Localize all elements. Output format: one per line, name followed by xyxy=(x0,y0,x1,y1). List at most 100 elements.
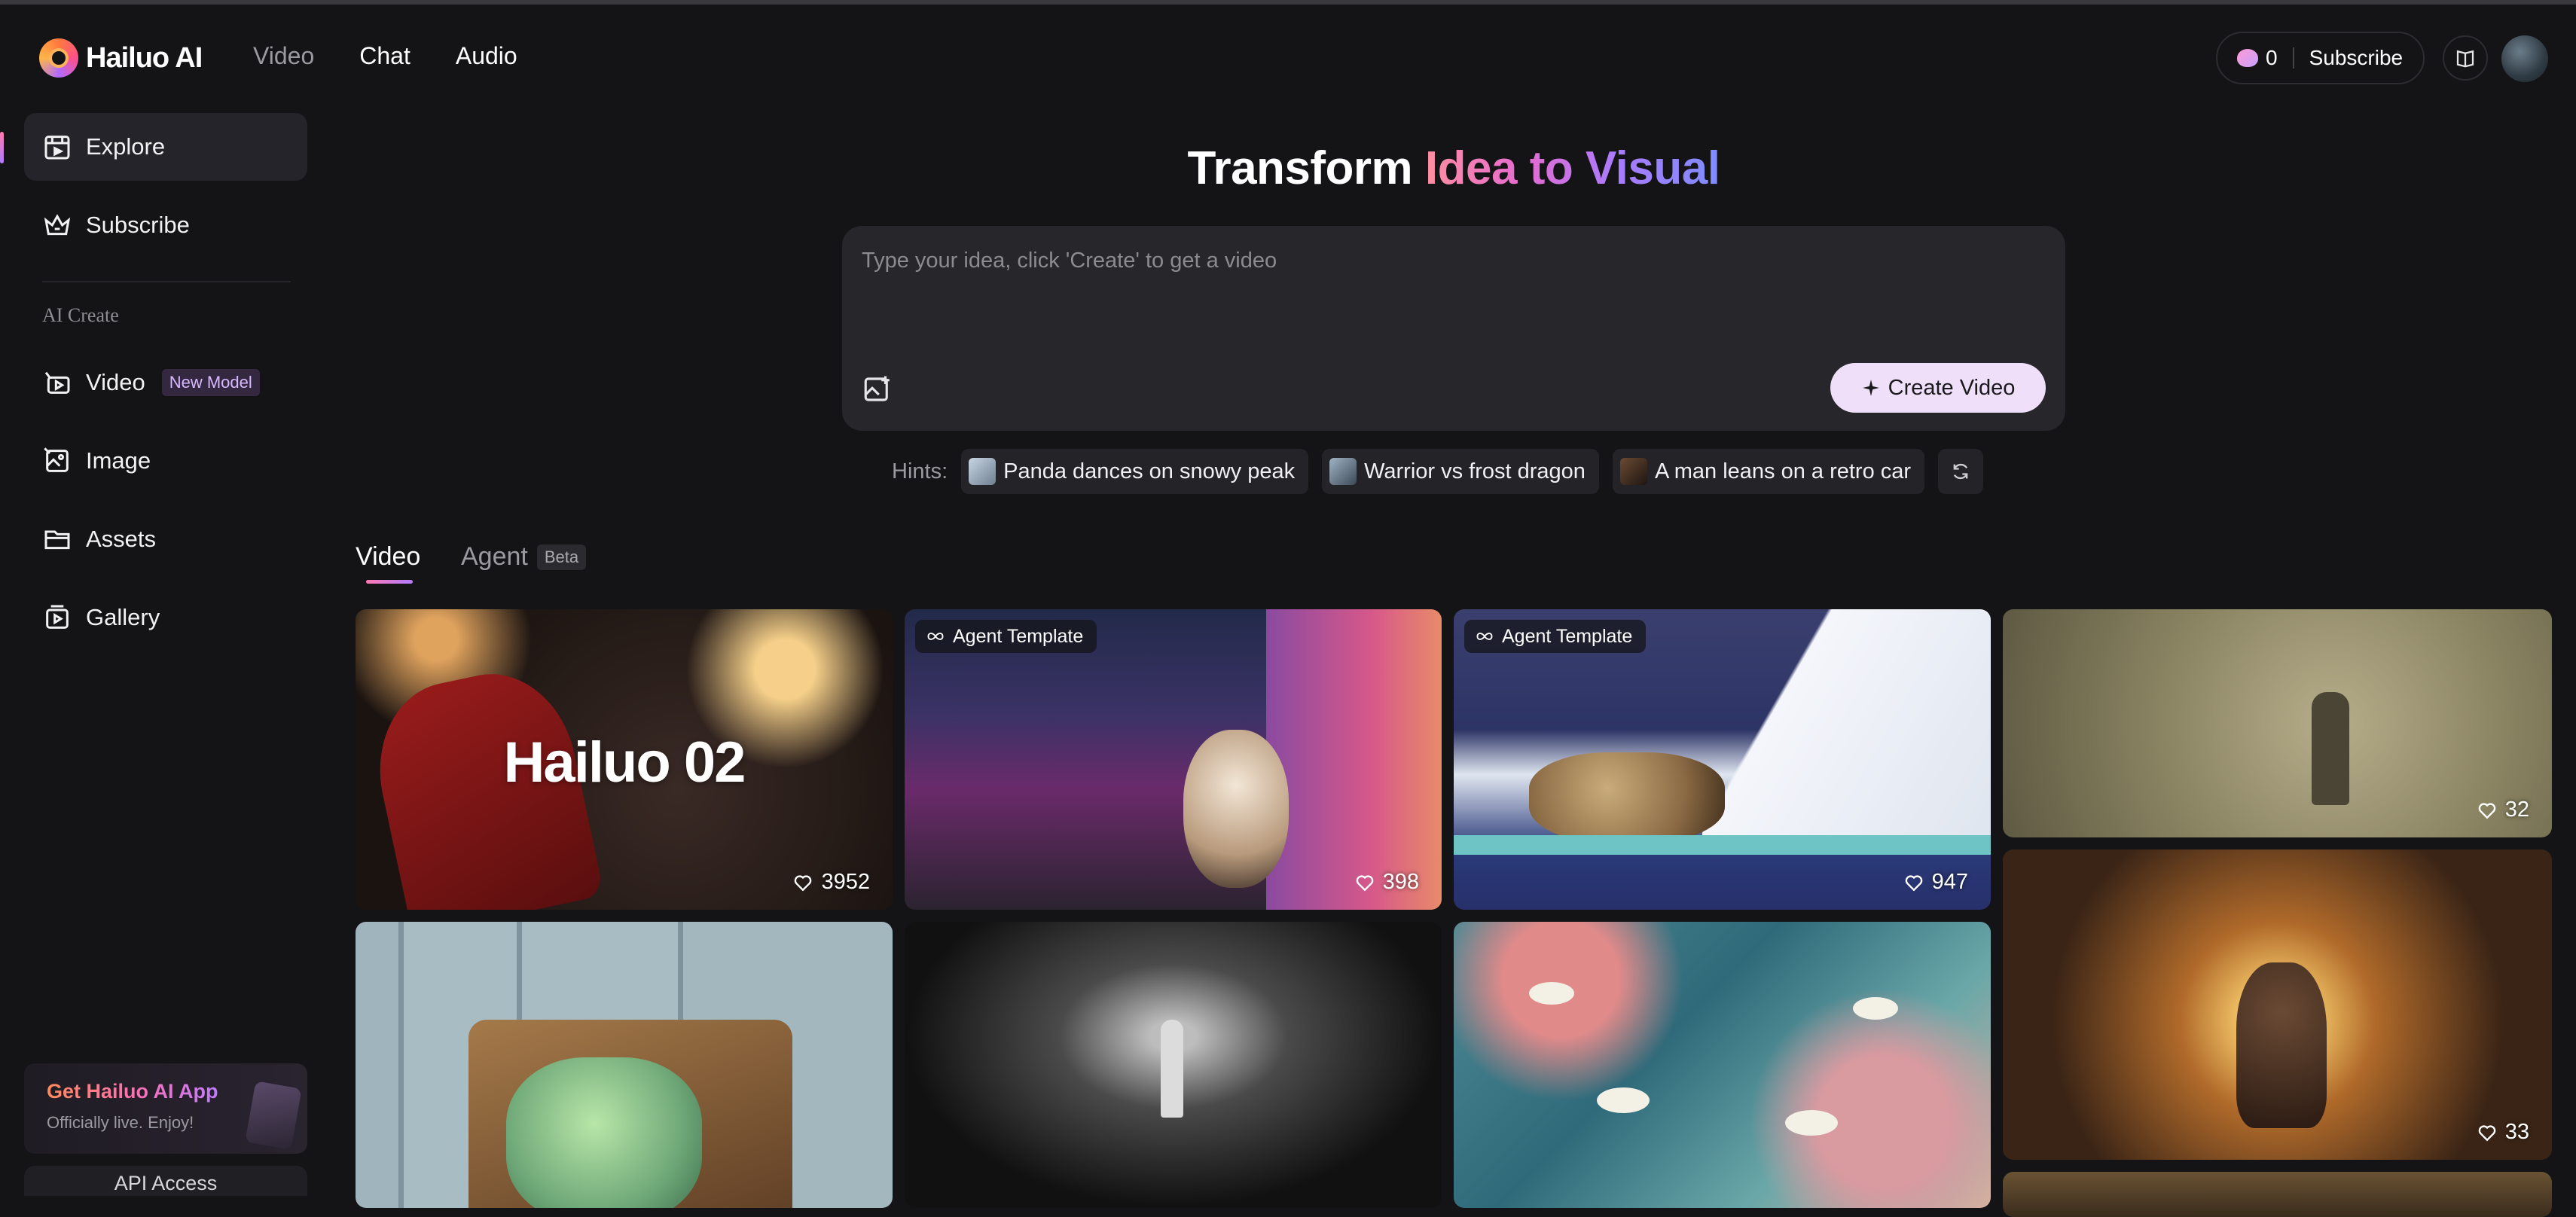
sidebar-item-label: Image xyxy=(86,447,151,474)
hint-chip[interactable]: Panda dances on snowy peak xyxy=(961,449,1309,494)
agent-template-label: Agent Template xyxy=(1502,625,1633,647)
refresh-hints-button[interactable] xyxy=(1938,449,1984,494)
credits-subscribe-pill[interactable]: 0 Subscribe xyxy=(2216,32,2425,84)
hailuo-02-overlay-title: Hailuo 02 xyxy=(503,731,746,795)
sidebar-item-assets[interactable]: Assets xyxy=(24,505,307,573)
video-card[interactable] xyxy=(356,922,893,1208)
lone-figure xyxy=(1161,1020,1183,1118)
get-app-promo[interactable]: Get Hailuo AI App Officially live. Enjoy… xyxy=(24,1063,307,1154)
like-count[interactable]: 32 xyxy=(2477,798,2529,822)
sparkle-icon xyxy=(1862,380,1879,396)
prompt-input[interactable] xyxy=(862,246,1841,276)
diving-board xyxy=(1454,835,1991,855)
new-model-badge: New Model xyxy=(161,369,260,396)
app-promo-subtitle: Officially live. Enjoy! xyxy=(47,1113,194,1132)
create-video-button[interactable]: Create Video xyxy=(1830,363,2046,413)
tab-agent[interactable]: Agent Beta xyxy=(461,542,587,572)
gallery-icon xyxy=(46,605,69,629)
sidebar-section-title: AI Create xyxy=(42,304,119,326)
video-icon xyxy=(44,371,70,394)
hint-thumbnail xyxy=(1329,458,1357,485)
explore-icon xyxy=(44,136,70,160)
hailuo-logo-icon xyxy=(39,38,78,78)
phone-illustration xyxy=(245,1081,302,1150)
sidebar-item-explore[interactable]: Explore xyxy=(24,113,307,181)
notification-book-button[interactable] xyxy=(2443,35,2488,81)
like-count-value: 947 xyxy=(1931,870,1968,894)
nav-chat[interactable]: Chat xyxy=(359,42,411,70)
infinity-icon xyxy=(1476,633,1493,640)
crown-icon xyxy=(44,214,71,236)
pill-divider xyxy=(2292,47,2294,69)
credits-gem-icon xyxy=(2237,49,2258,67)
hint-text: Panda dances on snowy peak xyxy=(1003,459,1296,483)
folder-icon xyxy=(44,530,70,550)
distant-figure xyxy=(2312,692,2349,805)
add-image-icon[interactable] xyxy=(862,374,893,405)
nav-audio[interactable]: Audio xyxy=(456,42,517,70)
hint-text: Warrior vs frost dragon xyxy=(1364,459,1586,483)
like-count[interactable]: 3952 xyxy=(792,870,870,895)
olympic-board xyxy=(1702,609,1991,835)
sidebar-item-label: Subscribe xyxy=(86,212,190,238)
agent-template-tag: Agent Template xyxy=(1464,620,1647,653)
sidebar-item-subscribe[interactable]: Subscribe xyxy=(24,191,307,259)
like-count-value: 33 xyxy=(2504,1120,2529,1144)
window-top-edge xyxy=(0,0,2576,5)
eye-shape xyxy=(1529,982,1574,1005)
like-count[interactable]: 398 xyxy=(1354,870,1419,895)
hints-row: Hints: Panda dances on snowy peak Warrio… xyxy=(892,449,1984,494)
like-count-value: 32 xyxy=(2504,798,2529,822)
hailuo-logo[interactable]: Hailuo AI xyxy=(39,38,203,78)
video-card[interactable] xyxy=(905,922,1442,1208)
sidebar-divider xyxy=(42,281,291,282)
heart-icon xyxy=(795,874,812,891)
video-card[interactable]: 33 xyxy=(2003,849,2552,1160)
tab-agent-label: Agent xyxy=(461,542,528,571)
heart-icon xyxy=(2478,802,2495,819)
hints-label: Hints: xyxy=(892,459,948,483)
hint-thumbnail xyxy=(1619,458,1647,485)
agent-template-tag: Agent Template xyxy=(915,620,1097,653)
like-count-value: 3952 xyxy=(821,870,870,894)
heart-icon xyxy=(2478,1124,2495,1141)
agent-template-label: Agent Template xyxy=(953,625,1084,647)
tab-video[interactable]: Video xyxy=(356,542,420,572)
video-card[interactable] xyxy=(2003,1172,2552,1217)
video-card[interactable]: Agent Template 398 xyxy=(905,609,1442,910)
credits-count: 0 xyxy=(2266,46,2278,69)
hero-title: Transform Idea to Visual xyxy=(836,142,2071,195)
logo-text: Hailuo AI xyxy=(86,41,203,74)
like-count[interactable]: 947 xyxy=(1903,870,1968,895)
infinity-icon xyxy=(927,633,944,640)
like-count[interactable]: 33 xyxy=(2477,1120,2529,1145)
sidebar-item-label: Gallery xyxy=(86,604,160,630)
top-nav: Video Chat Audio xyxy=(253,42,517,70)
header-subscribe-label[interactable]: Subscribe xyxy=(2309,46,2404,70)
sidebar-item-gallery[interactable]: Gallery xyxy=(24,584,307,651)
book-icon xyxy=(2456,50,2474,68)
sidebar-item-label: Assets xyxy=(86,526,157,552)
sidebar-item-label: Video xyxy=(86,369,145,395)
video-card[interactable] xyxy=(1454,922,1991,1208)
hint-chip[interactable]: Warrior vs frost dragon xyxy=(1322,449,1599,494)
video-card[interactable]: 32 xyxy=(2003,609,2552,837)
sidebar-item-image[interactable]: Image xyxy=(24,427,307,495)
api-access-card[interactable]: API Access xyxy=(24,1166,307,1196)
hint-chip[interactable]: A man leans on a retro car xyxy=(1612,449,1925,494)
hero-title-plain: Transform xyxy=(1187,142,1425,194)
create-video-label: Create Video xyxy=(1888,375,2016,400)
sidebar-item-video[interactable]: Video New Model xyxy=(24,349,307,416)
hint-thumbnail xyxy=(969,458,997,485)
cat-figure xyxy=(1529,752,1725,843)
video-card[interactable]: Hailuo 02 3952 xyxy=(356,609,893,910)
beta-badge: Beta xyxy=(536,544,587,570)
nav-video[interactable]: Video xyxy=(253,42,314,70)
user-avatar[interactable] xyxy=(2501,35,2548,82)
prompt-box: Create Video xyxy=(842,226,2065,431)
tv-screen xyxy=(506,1057,702,1208)
warrior-figure xyxy=(2236,962,2327,1128)
tab-active-underline xyxy=(366,580,413,584)
video-card[interactable]: Agent Template 947 xyxy=(1454,609,1991,910)
like-count-value: 398 xyxy=(1382,870,1419,894)
